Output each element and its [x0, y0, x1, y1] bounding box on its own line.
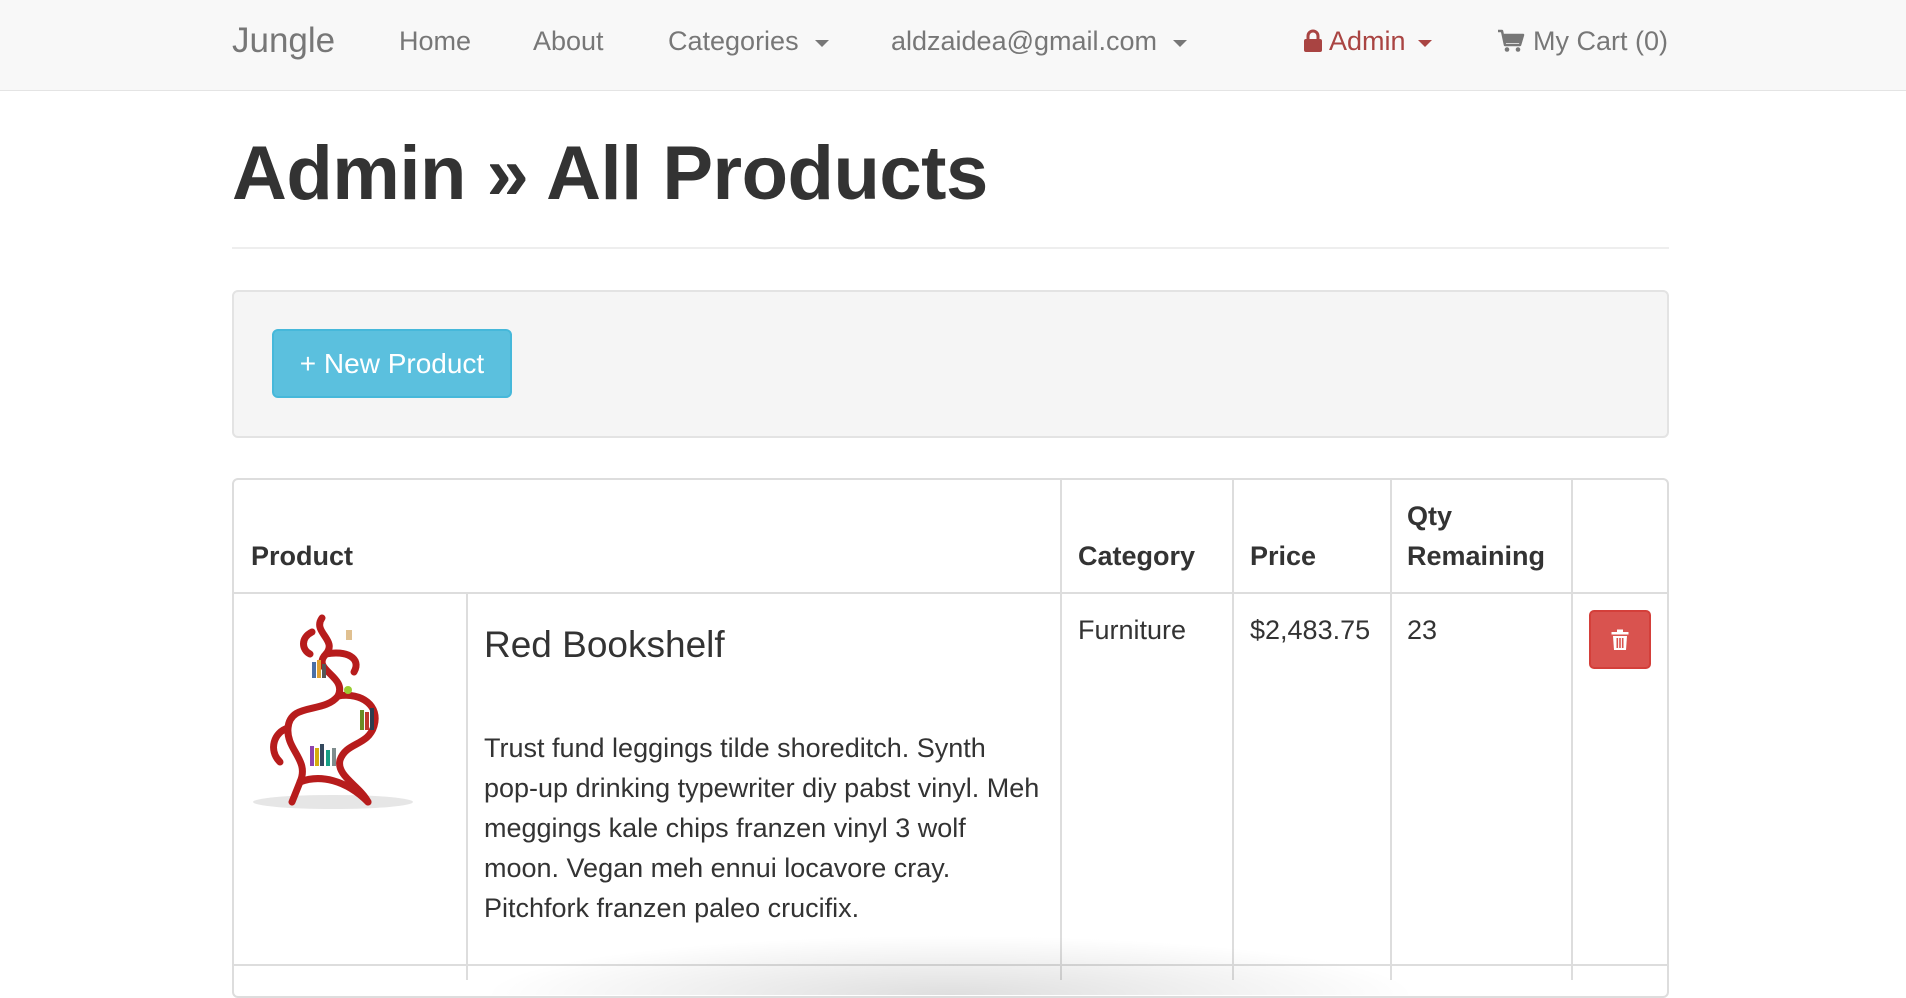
delete-product-button[interactable]	[1589, 610, 1651, 669]
column-divider	[1232, 480, 1234, 980]
header-price: Price	[1250, 541, 1317, 571]
chevron-down-icon	[1417, 39, 1432, 47]
nav-cart-link[interactable]: My Cart (0)	[1497, 0, 1668, 82]
page-title: Admin » All Products	[232, 131, 988, 216]
product-qty: 23	[1407, 615, 1438, 645]
column-divider	[1060, 480, 1062, 980]
trash-icon	[1611, 629, 1629, 650]
column-divider	[466, 594, 468, 980]
column-divider	[1390, 480, 1392, 980]
product-price: $2,483.75	[1250, 615, 1371, 645]
chevron-down-icon	[1173, 39, 1188, 47]
lock-icon	[1304, 29, 1322, 52]
product-name[interactable]: Red Bookshelf	[484, 624, 725, 666]
product-image	[253, 614, 413, 809]
nav-admin-dropdown[interactable]: Admin	[1303, 0, 1432, 82]
new-product-button[interactable]: + New Product	[272, 329, 512, 398]
header-qty-line1: Qty	[1407, 501, 1453, 531]
product-category: Furniture	[1078, 615, 1187, 645]
header-qty-line2: Remaining	[1407, 541, 1546, 571]
nav-user-email: aldzaidea@gmail.com	[891, 26, 1158, 56]
brand-link[interactable]: Jungle	[232, 0, 335, 82]
header-category: Category	[1078, 541, 1196, 571]
chevron-down-icon	[814, 39, 829, 47]
nav-cart-label: My Cart (0)	[1533, 26, 1668, 56]
header-divider	[234, 592, 1667, 594]
nav-home-link[interactable]: Home	[399, 0, 471, 82]
product-description: Trust fund leggings tilde shoreditch. Sy…	[484, 733, 1040, 923]
nav-about-link[interactable]: About	[533, 0, 604, 82]
navbar: Jungle Home About Categories aldzaidea@g…	[0, 0, 1906, 91]
header-product: Product	[251, 541, 354, 571]
nav-admin-label: Admin	[1329, 26, 1406, 56]
title-divider	[232, 247, 1669, 249]
shopping-cart-icon	[1498, 29, 1525, 52]
column-divider	[1571, 480, 1573, 980]
nav-categories-dropdown[interactable]: Categories	[668, 0, 829, 82]
nav-user-dropdown[interactable]: aldzaidea@gmail.com	[891, 0, 1188, 82]
nav-categories-label: Categories	[668, 26, 799, 56]
row-divider	[234, 964, 1667, 966]
